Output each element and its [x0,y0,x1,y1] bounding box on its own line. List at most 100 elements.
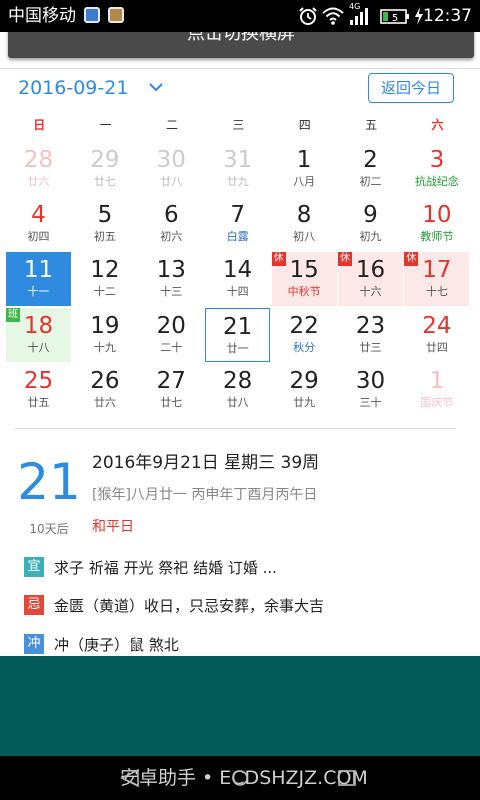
calendar-day-cell[interactable]: 5 初五 [72,197,137,251]
calendar-day-cell[interactable]: 22 秋分 [272,308,337,362]
full-date-text: 2016年9月21日 星期三 39周 [92,453,320,473]
calendar-day-cell[interactable]: 13 十三 [139,252,204,306]
calendar-day-cell[interactable]: 29 廿七 [72,142,137,196]
calendar-day-cell[interactable]: 10 教师节 [404,197,469,251]
lunar-label: 初八 [293,230,316,244]
day-number: 28 [23,147,54,173]
day-number: 31 [223,147,253,173]
calendar-day-cell[interactable]: 23 廿三 [338,308,403,362]
wifi-icon [322,7,344,25]
suitable-badge: 宜 [24,557,44,577]
calendar-day-cell[interactable]: 6 初六 [139,197,204,251]
home-icon[interactable] [228,768,252,788]
lunar-label: 十七 [425,285,448,299]
suitable-row[interactable]: 宜 求子 祈福 开光 祭祀 结婚 订婚 ... [24,556,277,578]
status-bar: 中国移动 4G 5 12:37 [0,0,480,32]
lunar-label: 十四 [226,285,249,299]
recents-icon[interactable] [336,768,358,788]
calendar-day-cell[interactable]: 26 廿六 [72,363,137,417]
clash-badge: 冲 [24,634,44,654]
calendar-day-cell[interactable]: 25 廿五 [6,363,71,417]
day-number: 8 [296,202,312,229]
day-number: 20 [156,312,186,339]
lunar-label: 廿六 [93,395,116,409]
weekday-label: 六 [431,118,444,132]
day-number: 24 [422,312,452,339]
signal-icon [350,8,368,25]
calendar-day-cell[interactable]: 24 廿四 [404,308,469,362]
clash-text: 冲（庚子）鼠 煞北 [54,635,179,654]
calendar-day-cell[interactable]: 27 廿七 [139,363,204,417]
lunar-label: 教师节 [420,230,454,244]
banner-area: 点击切换横屏 [0,32,480,68]
chevron-down-icon[interactable] [148,81,164,93]
day-number: 13 [156,257,186,284]
day-number: 29 [90,147,120,173]
calendar-day-cell[interactable]: 2 初二 [338,142,403,196]
day-number: 11 [23,257,54,284]
clash-row[interactable]: 冲 冲（庚子）鼠 煞北 [24,633,179,655]
lunar-label: 八月 [293,175,316,188]
current-date-title[interactable]: 2016-09-21 [18,77,128,99]
calendar-day-cell[interactable]: 29 廿九 [272,363,337,417]
divider [14,428,456,429]
lunar-label: 廿八 [160,175,183,188]
day-number: 22 [289,312,319,339]
day-number: 2 [363,147,378,173]
calendar-day-cell[interactable]: 17 十七休 [404,252,470,307]
rotate-screen-button[interactable]: 点击切换横屏 [8,32,474,58]
bottom-panel [0,656,480,756]
lunar-label: 十一 [27,285,50,299]
calendar-day-cell[interactable]: 31 廿九 [205,142,270,196]
lunar-label: 廿六 [27,175,50,188]
weekday-label: 日 [33,118,46,132]
avoid-row[interactable]: 忌 金匮（黄道）收日，只忌安葬，余事大吉 [24,594,324,616]
lunar-label: 初九 [359,230,382,244]
rest-day-badge: 休 [271,252,286,267]
calendar-day-cell[interactable]: 16 十六休 [338,252,403,307]
calendar-day-cell[interactable]: 4 初四 [6,197,71,251]
avoid-text: 金匮（黄道）收日，只忌安葬，余事大吉 [54,596,325,615]
calendar-day-cell[interactable]: 3 抗战纪念 [404,142,469,196]
avoid-badge: 忌 [24,595,44,615]
calendar-day-cell[interactable]: 30 三十 [338,363,403,417]
lunar-label: 国庆节 [420,395,454,409]
calendar-day-cell[interactable]: 21 廿一 [205,307,271,362]
back-to-today-button[interactable]: 返回今日 [368,73,454,103]
calendar-day-cell[interactable]: 9 初九 [338,197,403,251]
day-number: 5 [97,202,113,229]
day-number: 3 [429,147,445,173]
calendar-day-cell[interactable]: 18 十八班 [6,307,71,362]
calendar-day-cell[interactable]: 28 廿八 [205,363,270,417]
calendar-day-cell[interactable]: 28 廿六 [6,142,71,196]
calendar-day-cell[interactable]: 15 中秋节休 [271,252,337,307]
day-number: 19 [90,312,120,339]
clock: 12:37 [423,6,472,26]
weekday-label: 一 [99,118,112,132]
battery-icon: 5 [380,9,409,24]
battery-level: 5 [392,13,398,24]
rest-day-badge: 休 [338,252,352,267]
calendar-day-cell[interactable]: 7 白露 [205,197,270,251]
lunar-date-text: [猴年]八月廿一 丙申年丁酉月丙午日 [92,487,318,503]
calendar-day-cell[interactable]: 12 十二 [72,252,137,306]
alarm-icon [299,7,317,25]
calendar-day-cell[interactable]: 1 国庆节 [404,363,469,417]
calendar-day-cell[interactable]: 20 二十 [139,308,204,362]
day-number: 12 [90,257,120,284]
lunar-label: 廿七 [93,175,116,188]
day-number: 9 [363,202,378,229]
calendar-day-cell[interactable]: 30 廿八 [139,142,204,196]
back-icon[interactable] [118,768,144,788]
lunar-label: 初五 [93,230,116,244]
days-after-label: 10天后 [29,522,69,536]
calendar-day-cell[interactable]: 11 十一 [6,252,71,307]
lunar-label: 十八 [27,340,50,354]
day-number: 1 [429,367,445,394]
calendar-day-cell[interactable]: 19 十九 [72,308,137,362]
calendar-day-cell[interactable]: 8 初八 [272,197,337,251]
day-number: 14 [223,257,253,284]
calendar-day-cell[interactable]: 14 十四 [205,252,270,306]
calendar-day-cell[interactable]: 1 八月 [272,142,337,196]
workday-badge: 班 [6,307,20,322]
